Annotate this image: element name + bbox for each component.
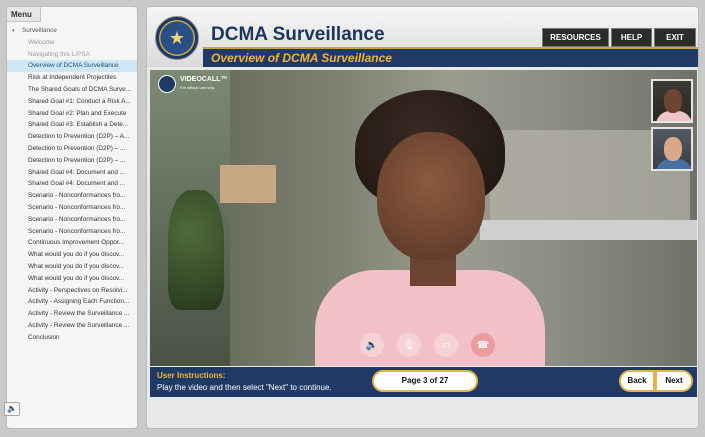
- speaker-face: [377, 132, 485, 260]
- menu-item[interactable]: Scenario - Nonconformances fro...: [7, 202, 137, 214]
- menu-item-label: Detection to Prevention (D2P) – ...: [28, 144, 126, 152]
- course-player: ★ DCMA Surveillance RESOURCES HELP EXIT …: [146, 6, 699, 429]
- menu-item[interactable]: Shared Goal #4: Document and ...: [7, 167, 137, 179]
- menu-item[interactable]: Conclusion: [7, 332, 137, 344]
- menu-tab[interactable]: Menu: [7, 7, 41, 22]
- menu-item-label: Navigating this L/PSA: [28, 50, 90, 58]
- menu-item-label: Scenario - Nonconformances fro...: [28, 227, 126, 235]
- menu-item[interactable]: Shared Goal #2: Plan and Execute: [7, 108, 137, 120]
- menu-item[interactable]: What would you do if you discov...: [7, 261, 137, 273]
- menu-item-label: The Shared Goals of DCMA Surve...: [28, 85, 132, 93]
- menu-item[interactable]: Detection to Prevention (D2P) – ...: [7, 143, 137, 155]
- plant-image: [168, 190, 224, 310]
- end-call-icon[interactable]: ☎: [471, 333, 495, 357]
- menu-item-label: Activity - Review the Surveillance ...: [28, 310, 130, 318]
- menu-item[interactable]: Continuous Improvement Oppor...: [7, 237, 137, 249]
- menu-item-label: Continuous Improvement Oppor...: [28, 239, 124, 247]
- menu-item-label: Activity - Perspectives on Resolvi...: [28, 286, 128, 294]
- thumbnail-face: [664, 89, 682, 113]
- videocall-logo-text: VIDEOCALL™ For official use only.: [180, 76, 227, 92]
- participant-thumbnail[interactable]: [651, 127, 693, 171]
- menu-item-label: Activity - Review the Surveillance ...: [28, 321, 130, 329]
- help-button[interactable]: HELP: [611, 28, 652, 47]
- videocall-logo-name: VIDEOCALL™: [180, 76, 228, 83]
- videocall-logo: VIDEOCALL™ For official use only.: [158, 75, 227, 93]
- menu-item[interactable]: Activity - Review the Surveillance ...: [7, 308, 137, 320]
- menu-item[interactable]: Welcome: [7, 37, 137, 49]
- header-nav: RESOURCES HELP EXIT: [542, 28, 696, 47]
- footer-bar: User Instructions: Play the video and th…: [150, 367, 697, 397]
- page-subtitle: Overview of DCMA Surveillance: [211, 51, 392, 65]
- header: ★ DCMA Surveillance RESOURCES HELP EXIT …: [147, 7, 698, 67]
- menu-item[interactable]: Scenario - Nonconformances fro...: [7, 214, 137, 226]
- menu-section-surveillance[interactable]: ▾ Surveillance: [7, 25, 137, 37]
- menu-item-label: Welcome: [28, 38, 55, 46]
- menu-item-label: Detection to Prevention (D2P) – A...: [28, 133, 130, 141]
- next-button[interactable]: Next: [655, 370, 693, 392]
- menu-item-label: Conclusion: [28, 333, 60, 341]
- menu-item[interactable]: Scenario - Nonconformances fro...: [7, 190, 137, 202]
- exit-button[interactable]: EXIT: [654, 28, 696, 47]
- menu-item-label: Risk at Independent Projectiles: [28, 74, 117, 82]
- back-button[interactable]: Back: [619, 370, 655, 392]
- menu-item-label: Overview of DCMA Surveillance: [28, 62, 119, 70]
- menu-item-label: Activity - Assigning Each Function...: [28, 298, 130, 306]
- menu-item[interactable]: What would you do if you discov...: [7, 249, 137, 261]
- menu-item[interactable]: Navigating this L/PSA: [7, 49, 137, 61]
- menu-item-label: Scenario - Nonconformances fro...: [28, 215, 126, 223]
- speaker-mute-icon[interactable]: 🔈: [360, 333, 384, 357]
- audio-toggle-icon[interactable]: 🔈: [4, 402, 20, 416]
- menu-item-label: What would you do if you discov...: [28, 262, 125, 270]
- videocall-logo-sub: For official use only.: [180, 85, 216, 90]
- thumbnail-face: [664, 137, 682, 161]
- menu-item[interactable]: What would you do if you discov...: [7, 273, 137, 285]
- course-title: DCMA Surveillance: [211, 24, 385, 45]
- expand-triangle-icon: ▾: [12, 28, 15, 34]
- menu-item-label: Shared Goal #4: Document and ...: [28, 168, 125, 176]
- menu-item[interactable]: Overview of DCMA Surveillance: [7, 60, 137, 73]
- menu-item[interactable]: Activity - Perspectives on Resolvi...: [7, 285, 137, 297]
- menu-item[interactable]: Detection to Prevention (D2P) – A...: [7, 131, 137, 143]
- menu-item-label: Shared Goal #2: Plan and Execute: [28, 109, 127, 117]
- videocall-logo-icon: [158, 75, 176, 93]
- video-call-panel[interactable]: VIDEOCALL™ For official use only. 🔈 🎙 ▭ …: [150, 70, 697, 366]
- participant-thumbnails: [651, 79, 693, 175]
- resources-button[interactable]: RESOURCES: [542, 28, 609, 47]
- menu-item[interactable]: Shared Goal #4: Document and ...: [7, 178, 137, 190]
- menu-item-label: Shared Goal #1: Conduct a Risk A...: [28, 97, 131, 105]
- menu-item[interactable]: Scenario - Nonconformances fro...: [7, 226, 137, 238]
- microphone-icon[interactable]: 🎙: [397, 333, 421, 357]
- menu-item[interactable]: Detection to Prevention (D2P) – ...: [7, 155, 137, 167]
- menu-item[interactable]: Shared Goal #1: Conduct a Risk A...: [7, 96, 137, 108]
- menu-item-label: Shared Goal #4: Document and ...: [28, 180, 125, 188]
- menu-item[interactable]: Activity - Review the Surveillance ...: [7, 320, 137, 332]
- menu-item-label: What would you do if you discov...: [28, 251, 125, 259]
- menu-item-label: Scenario - Nonconformances fro...: [28, 203, 126, 211]
- menu-item-label: What would you do if you discov...: [28, 274, 125, 282]
- participant-thumbnail[interactable]: [651, 79, 693, 123]
- menu-sidebar: Menu ▾ Surveillance Welcome Navigating this…: [6, 6, 138, 429]
- box-image: [220, 165, 276, 203]
- call-controls: 🔈 🎙 ▭ ☎: [360, 333, 495, 357]
- instructions-text: Play the video and then select "Next" to…: [157, 383, 332, 392]
- subtitle-bar: Overview of DCMA Surveillance: [203, 47, 698, 67]
- menu-item-label: Shared Goal #3: Establish a Dete...: [28, 121, 129, 129]
- dcma-seal-icon: ★: [155, 16, 199, 60]
- menu-item-label: Scenario - Nonconformances fro...: [28, 192, 126, 200]
- menu-item-label: Surveillance: [22, 27, 57, 34]
- menu-item[interactable]: The Shared Goals of DCMA Surve...: [7, 84, 137, 96]
- page-indicator: Page 3 of 27: [372, 370, 478, 392]
- speaker-video: [315, 90, 545, 366]
- instructions-label: User Instructions:: [157, 371, 226, 380]
- menu-item[interactable]: Risk at Independent Projectiles: [7, 72, 137, 84]
- menu-item-label: Detection to Prevention (D2P) – ...: [28, 156, 126, 164]
- menu-list: ▾ Surveillance Welcome Navigating this L/PS…: [7, 25, 137, 344]
- camera-icon[interactable]: ▭: [434, 333, 458, 357]
- menu-item[interactable]: Activity - Assigning Each Function...: [7, 296, 137, 308]
- menu-item[interactable]: Shared Goal #3: Establish a Dete...: [7, 119, 137, 131]
